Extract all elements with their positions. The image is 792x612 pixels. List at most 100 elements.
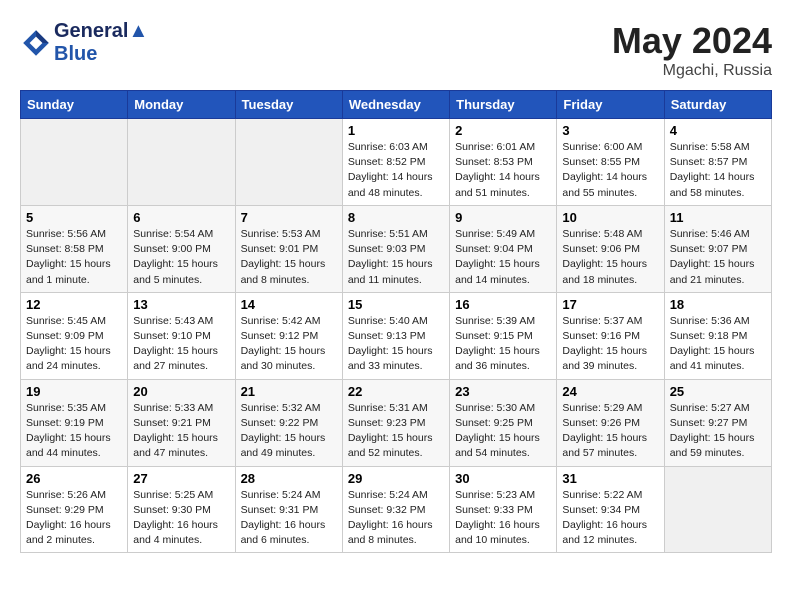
calendar-day-cell: 29Sunrise: 5:24 AM Sunset: 9:32 PM Dayli… [342,466,449,553]
day-number: 1 [348,123,444,138]
weekday-header-cell: Tuesday [235,91,342,119]
calendar-day-cell [128,119,235,206]
day-number: 11 [670,210,766,225]
calendar-day-cell: 30 Sunrise: 5:23 AM Sunset: 9:33 PM Dayli… [450,466,557,553]
day-number: 21 [241,384,337,399]
day-info: Sunrise: 6:03 AM Sunset: 8:52 PM Dayligh… [348,140,444,201]
day-info: Sunrise: 5:49 AM Sunset: 9:04 PM Dayligh… [455,227,551,288]
day-info: Sunrise: 5:37 AM Sunset: 9:16 PM Dayligh… [562,314,658,375]
calendar-day-cell: 15 Sunrise: 5:40 AM Sunset: 9:13 PM Dayli… [342,292,449,379]
calendar-day-cell: 1 Sunrise: 6:03 AM Sunset: 8:52 PM Daylig… [342,119,449,206]
day-number: 16 [455,297,551,312]
day-info: Sunrise: 5:39 AM Sunset: 9:15 PM Dayligh… [455,314,551,375]
calendar-day-cell: 10Sunrise: 5:48 AM Sunset: 9:06 PM Dayli… [557,205,664,292]
calendar-day-cell: 8Sunrise: 5:51 AM Sunset: 9:03 PM Daylig… [342,205,449,292]
calendar-week-row: 19Sunrise: 5:35 AM Sunset: 9:19 PM Dayli… [21,379,772,466]
logo-text: General▲ Blue [54,20,148,66]
day-info: Sunrise: 5:25 AM Sunset: 9:30 PM Dayligh… [133,488,229,549]
day-info: Sunrise: 5:43 AM Sunset: 9:10 PM Dayligh… [133,314,229,375]
day-number: 17 [562,297,658,312]
day-info: Sunrise: 5:32 AM Sunset: 9:22 PM Dayligh… [241,401,337,462]
day-info: Sunrise: 5:35 AM Sunset: 9:19 PM Dayligh… [26,401,122,462]
day-number: 30 [455,471,551,486]
calendar-day-cell: 25 Sunrise: 5:27 AM Sunset: 9:27 PM Dayli… [664,379,771,466]
calendar-day-cell: 7 Sunrise: 5:53 AM Sunset: 9:01 PM Daylig… [235,205,342,292]
day-info: Sunrise: 6:00 AM Sunset: 8:55 PM Dayligh… [562,140,658,201]
day-info: Sunrise: 5:36 AM Sunset: 9:18 PM Dayligh… [670,314,766,375]
weekday-header-cell: Friday [557,91,664,119]
calendar-day-cell: 31Sunrise: 5:22 AM Sunset: 9:34 PM Dayli… [557,466,664,553]
page-header: General▲ Blue May 2024 Mgachi, Russia [20,20,772,80]
day-info: Sunrise: 5:27 AM Sunset: 9:27 PM Dayligh… [670,401,766,462]
day-info: Sunrise: 5:29 AM Sunset: 9:26 PM Dayligh… [562,401,658,462]
day-info: Sunrise: 5:22 AM Sunset: 9:34 PM Dayligh… [562,488,658,549]
calendar-week-row: 1 Sunrise: 6:03 AM Sunset: 8:52 PM Daylig… [21,119,772,206]
day-number: 15 [348,297,444,312]
day-number: 25 [670,384,766,399]
calendar-table: SundayMondayTuesdayWednesdayThursdayFrid… [20,90,772,553]
day-number: 7 [241,210,337,225]
calendar-day-cell [235,119,342,206]
day-number: 24 [562,384,658,399]
calendar-day-cell: 21 Sunrise: 5:32 AM Sunset: 9:22 PM Dayli… [235,379,342,466]
calendar-day-cell: 23Sunrise: 5:30 AM Sunset: 9:25 PM Dayli… [450,379,557,466]
day-info: Sunrise: 5:42 AM Sunset: 9:12 PM Dayligh… [241,314,337,375]
day-info: Sunrise: 5:54 AM Sunset: 9:00 PM Dayligh… [133,227,229,288]
calendar-week-row: 26 Sunrise: 5:26 AM Sunset: 9:29 PM Dayli… [21,466,772,553]
calendar-body: 1 Sunrise: 6:03 AM Sunset: 8:52 PM Daylig… [21,119,772,553]
day-info: Sunrise: 6:01 AM Sunset: 8:53 PM Dayligh… [455,140,551,201]
day-number: 27 [133,471,229,486]
weekday-header-cell: Wednesday [342,91,449,119]
title-area: May 2024 Mgachi, Russia [612,20,772,80]
calendar-day-cell: 28 Sunrise: 5:24 AM Sunset: 9:31 PM Dayli… [235,466,342,553]
location: Mgachi, Russia [612,62,772,80]
calendar-day-cell: 12Sunrise: 5:45 AM Sunset: 9:09 PM Dayli… [21,292,128,379]
calendar-day-cell: 2 Sunrise: 6:01 AM Sunset: 8:53 PM Daylig… [450,119,557,206]
day-info: Sunrise: 5:53 AM Sunset: 9:01 PM Dayligh… [241,227,337,288]
day-number: 18 [670,297,766,312]
calendar-week-row: 5Sunrise: 5:56 AM Sunset: 8:58 PM Daylig… [21,205,772,292]
day-number: 29 [348,471,444,486]
calendar-day-cell: 18 Sunrise: 5:36 AM Sunset: 9:18 PM Dayli… [664,292,771,379]
day-number: 26 [26,471,122,486]
calendar-day-cell: 19Sunrise: 5:35 AM Sunset: 9:19 PM Dayli… [21,379,128,466]
calendar-day-cell: 3Sunrise: 6:00 AM Sunset: 8:55 PM Daylig… [557,119,664,206]
day-info: Sunrise: 5:26 AM Sunset: 9:29 PM Dayligh… [26,488,122,549]
calendar-week-row: 12Sunrise: 5:45 AM Sunset: 9:09 PM Dayli… [21,292,772,379]
calendar-day-cell: 16 Sunrise: 5:39 AM Sunset: 9:15 PM Dayli… [450,292,557,379]
calendar-day-cell: 22Sunrise: 5:31 AM Sunset: 9:23 PM Dayli… [342,379,449,466]
calendar-day-cell [21,119,128,206]
day-info: Sunrise: 5:23 AM Sunset: 9:33 PM Dayligh… [455,488,551,549]
day-number: 14 [241,297,337,312]
day-number: 28 [241,471,337,486]
day-info: Sunrise: 5:33 AM Sunset: 9:21 PM Dayligh… [133,401,229,462]
weekday-header-cell: Saturday [664,91,771,119]
day-number: 9 [455,210,551,225]
calendar-day-cell: 17 Sunrise: 5:37 AM Sunset: 9:16 PM Dayli… [557,292,664,379]
calendar-day-cell: 13Sunrise: 5:43 AM Sunset: 9:10 PM Dayli… [128,292,235,379]
day-info: Sunrise: 5:56 AM Sunset: 8:58 PM Dayligh… [26,227,122,288]
day-number: 20 [133,384,229,399]
weekday-header-row: SundayMondayTuesdayWednesdayThursdayFrid… [21,91,772,119]
day-number: 8 [348,210,444,225]
day-info: Sunrise: 5:58 AM Sunset: 8:57 PM Dayligh… [670,140,766,201]
calendar-day-cell: 11 Sunrise: 5:46 AM Sunset: 9:07 PM Dayli… [664,205,771,292]
day-number: 23 [455,384,551,399]
calendar-day-cell: 5Sunrise: 5:56 AM Sunset: 8:58 PM Daylig… [21,205,128,292]
day-number: 2 [455,123,551,138]
weekday-header-cell: Thursday [450,91,557,119]
logo: General▲ Blue [20,20,148,66]
day-info: Sunrise: 5:46 AM Sunset: 9:07 PM Dayligh… [670,227,766,288]
day-info: Sunrise: 5:24 AM Sunset: 9:31 PM Dayligh… [241,488,337,549]
day-info: Sunrise: 5:48 AM Sunset: 9:06 PM Dayligh… [562,227,658,288]
day-number: 22 [348,384,444,399]
calendar-day-cell: 4 Sunrise: 5:58 AM Sunset: 8:57 PM Daylig… [664,119,771,206]
day-info: Sunrise: 5:45 AM Sunset: 9:09 PM Dayligh… [26,314,122,375]
calendar-day-cell: 20 Sunrise: 5:33 AM Sunset: 9:21 PM Dayli… [128,379,235,466]
calendar-day-cell: 24 Sunrise: 5:29 AM Sunset: 9:26 PM Dayli… [557,379,664,466]
day-number: 4 [670,123,766,138]
weekday-header-cell: Sunday [21,91,128,119]
calendar-day-cell: 27 Sunrise: 5:25 AM Sunset: 9:30 PM Dayli… [128,466,235,553]
day-info: Sunrise: 5:40 AM Sunset: 9:13 PM Dayligh… [348,314,444,375]
logo-icon [20,27,52,59]
